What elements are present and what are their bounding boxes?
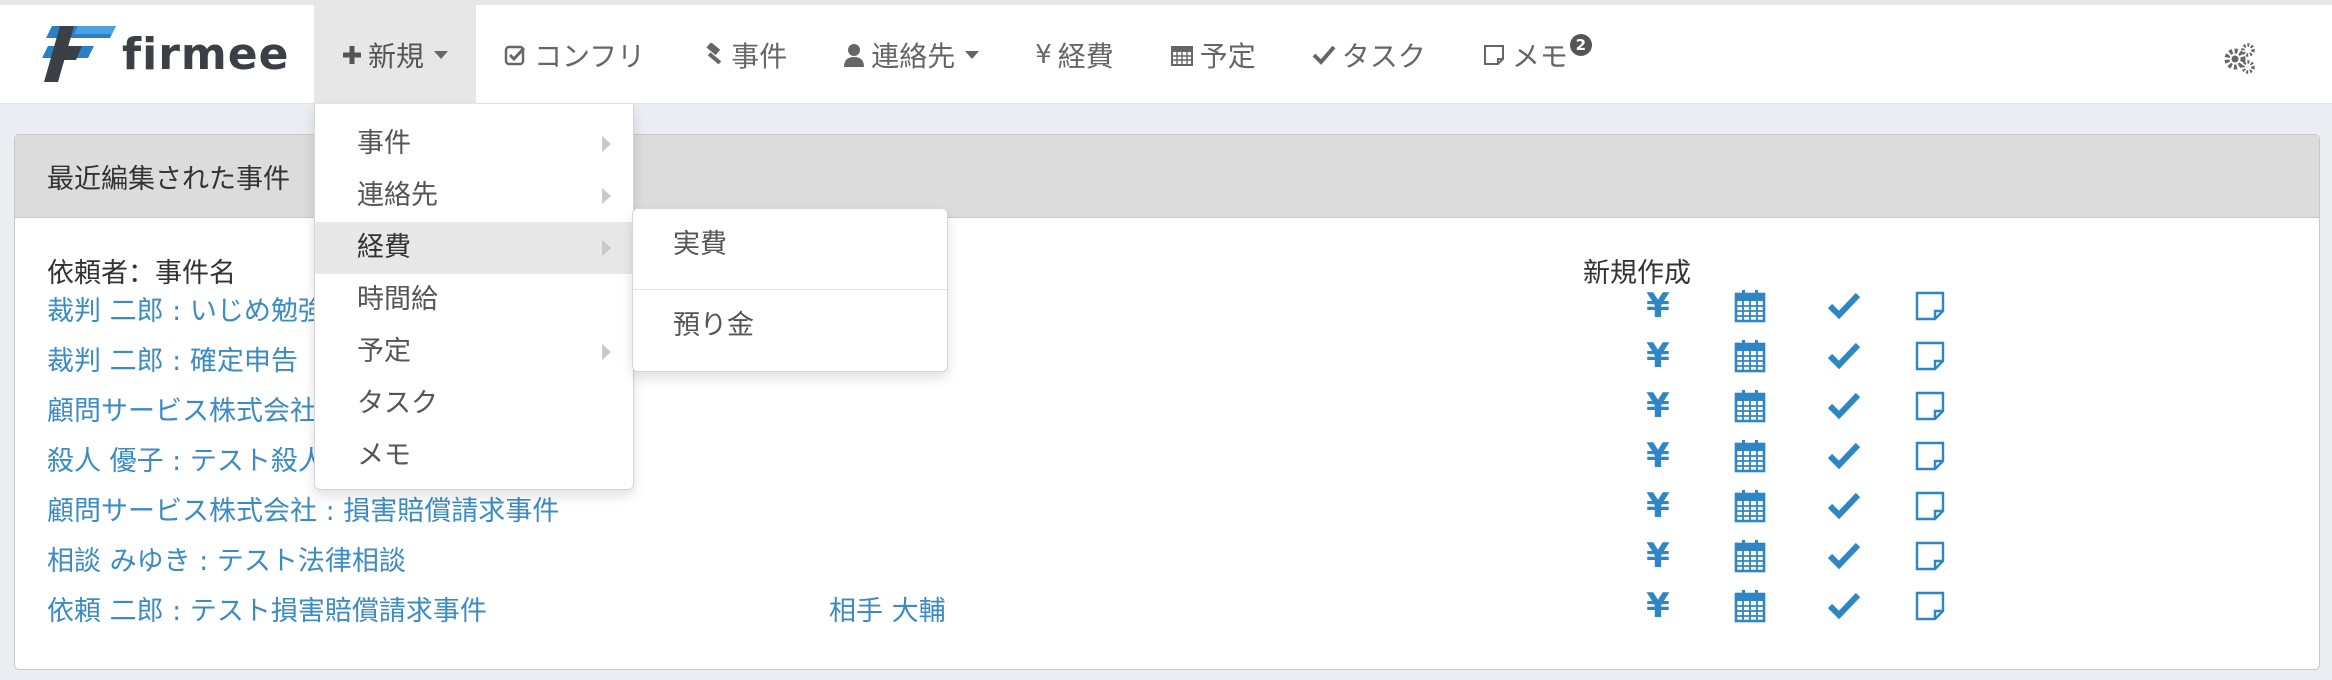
yen-icon[interactable]: ¥ [1641,386,1675,426]
menu-item-label: 時間給 [357,284,438,315]
case-link[interactable]: 裁判 二郎 : いじめ勉強 [47,289,325,328]
check-icon[interactable] [1827,589,1861,623]
nav-case-label: 事件 [731,39,788,73]
menu-item-hourly[interactable]: 時間給 [315,274,633,326]
submenu-item-actual-cost[interactable]: 実費 [633,209,947,289]
top-navbar: firmee 新規 コンフリ 事件 連絡先 ¥ 経費 予定 タスク メモ 2 [0,0,2332,104]
yen-icon: ¥ [1035,39,1052,70]
check-icon[interactable] [1827,539,1861,573]
nav-task-label: タスク [1341,39,1426,73]
checkbox-icon [504,43,528,67]
nav-contacts-label: 連絡先 [871,39,956,73]
nav-conflict-label: コンフリ [534,39,646,73]
menu-item-label: 予定 [357,336,411,367]
yen-icon[interactable]: ¥ [1641,486,1675,526]
plus-icon [342,45,362,65]
case-link[interactable]: 相談 みゆき : テスト法律相談 [47,539,406,578]
memo-icon[interactable] [1913,289,1947,323]
submenu-arrow-icon [602,240,611,256]
menu-item-memo[interactable]: メモ [315,430,633,482]
yen-icon[interactable]: ¥ [1641,436,1675,476]
yen-icon[interactable]: ¥ [1641,536,1675,576]
menu-item-case[interactable]: 事件 [315,118,633,170]
memo-icon[interactable] [1913,389,1947,423]
user-icon [843,43,865,67]
menu-item-label: 連絡先 [357,180,438,211]
menu-item-task[interactable]: タスク [315,378,633,430]
brand-logo[interactable]: firmee [38,19,289,89]
case-link[interactable]: 裁判 二郎 : 確定申告 [47,339,298,378]
check-icon[interactable] [1827,439,1861,473]
main-nav: 新規 コンフリ 事件 連絡先 ¥ 経費 予定 タスク メモ 2 [314,5,1620,104]
submenu-item-deposit[interactable]: 預り金 [633,290,947,370]
nav-contacts-dropdown[interactable]: 連絡先 [815,5,1007,104]
case-link[interactable]: 顧問サービス株式会社 : 損害賠償請求事件 [47,489,559,528]
yen-icon[interactable]: ¥ [1641,586,1675,626]
chevron-down-icon [965,50,980,59]
calendar-icon[interactable] [1733,439,1767,473]
yen-icon[interactable]: ¥ [1641,286,1675,326]
menu-item-expense[interactable]: 経費 [315,222,633,274]
nav-conflict[interactable]: コンフリ [476,5,673,104]
new-dropdown-menu: 事件 連絡先 経費 時間給 予定 タスク メモ [314,104,634,490]
memo-icon[interactable] [1913,439,1947,473]
nav-new-label: 新規 [368,39,425,73]
nav-expense[interactable]: ¥ 経費 [1007,5,1142,104]
check-icon[interactable] [1827,339,1861,373]
nav-task[interactable]: タスク [1284,5,1454,104]
opponent-link[interactable]: 相手 大輔 [829,589,946,628]
calendar-icon[interactable] [1733,489,1767,523]
column-header-new: 新規作成 [1583,258,1691,289]
table-row: 依頼 二郎 : テスト損害賠償請求事件 相手 大輔 ¥ [47,586,2307,637]
calendar-icon[interactable] [1733,339,1767,373]
case-link[interactable]: 殺人 優子 : テスト殺人 [47,439,325,478]
column-header-case: 依頼者：事件名 [47,258,236,289]
memo-icon[interactable] [1913,539,1947,573]
menu-item-label: メモ [357,440,411,471]
memo-icon[interactable] [1913,339,1947,373]
table-row: 相談 みゆき : テスト法律相談 ¥ [47,536,2307,587]
menu-item-label: 事件 [357,128,411,159]
nav-schedule[interactable]: 予定 [1142,5,1284,104]
brand-name: firmee [122,28,290,80]
memo-icon [1482,43,1506,67]
nav-memo-label: メモ [1511,39,1568,73]
gavel-icon [701,42,725,67]
check-icon [1312,45,1336,65]
nav-schedule-label: 予定 [1199,39,1256,73]
memo-count-badge: 2 [1569,33,1592,56]
chevron-down-icon [434,50,449,59]
memo-icon[interactable] [1913,489,1947,523]
memo-icon[interactable] [1913,589,1947,623]
nav-memo[interactable]: メモ 2 [1454,5,1620,104]
expense-submenu: 実費 預り金 [632,208,948,372]
calendar-icon[interactable] [1733,589,1767,623]
nav-case[interactable]: 事件 [673,5,815,104]
case-link[interactable]: 依頼 二郎 : テスト損害賠償請求事件 [47,589,487,628]
submenu-arrow-icon [602,344,611,360]
menu-item-contacts[interactable]: 連絡先 [315,170,633,222]
check-icon[interactable] [1827,489,1861,523]
menu-item-label: タスク [357,388,438,419]
menu-item-schedule[interactable]: 予定 [315,326,633,378]
nav-expense-label: 経費 [1057,39,1114,73]
table-row: 顧問サービス株式会社 : 損害賠償請求事件 ¥ [47,486,2307,537]
calendar-icon [1170,43,1194,67]
gears-icon[interactable] [2222,41,2256,75]
calendar-icon[interactable] [1733,389,1767,423]
check-icon[interactable] [1827,389,1861,423]
calendar-icon[interactable] [1733,539,1767,573]
menu-item-label: 経費 [357,232,411,263]
yen-icon[interactable]: ¥ [1641,336,1675,376]
nav-new-dropdown[interactable]: 新規 [314,5,477,104]
submenu-arrow-icon [602,188,611,204]
check-icon[interactable] [1827,289,1861,323]
case-link[interactable]: 顧問サービス株式会社 [47,389,317,428]
submenu-arrow-icon [602,136,611,152]
calendar-icon[interactable] [1733,289,1767,323]
firmee-logo-mark-icon [42,26,116,82]
